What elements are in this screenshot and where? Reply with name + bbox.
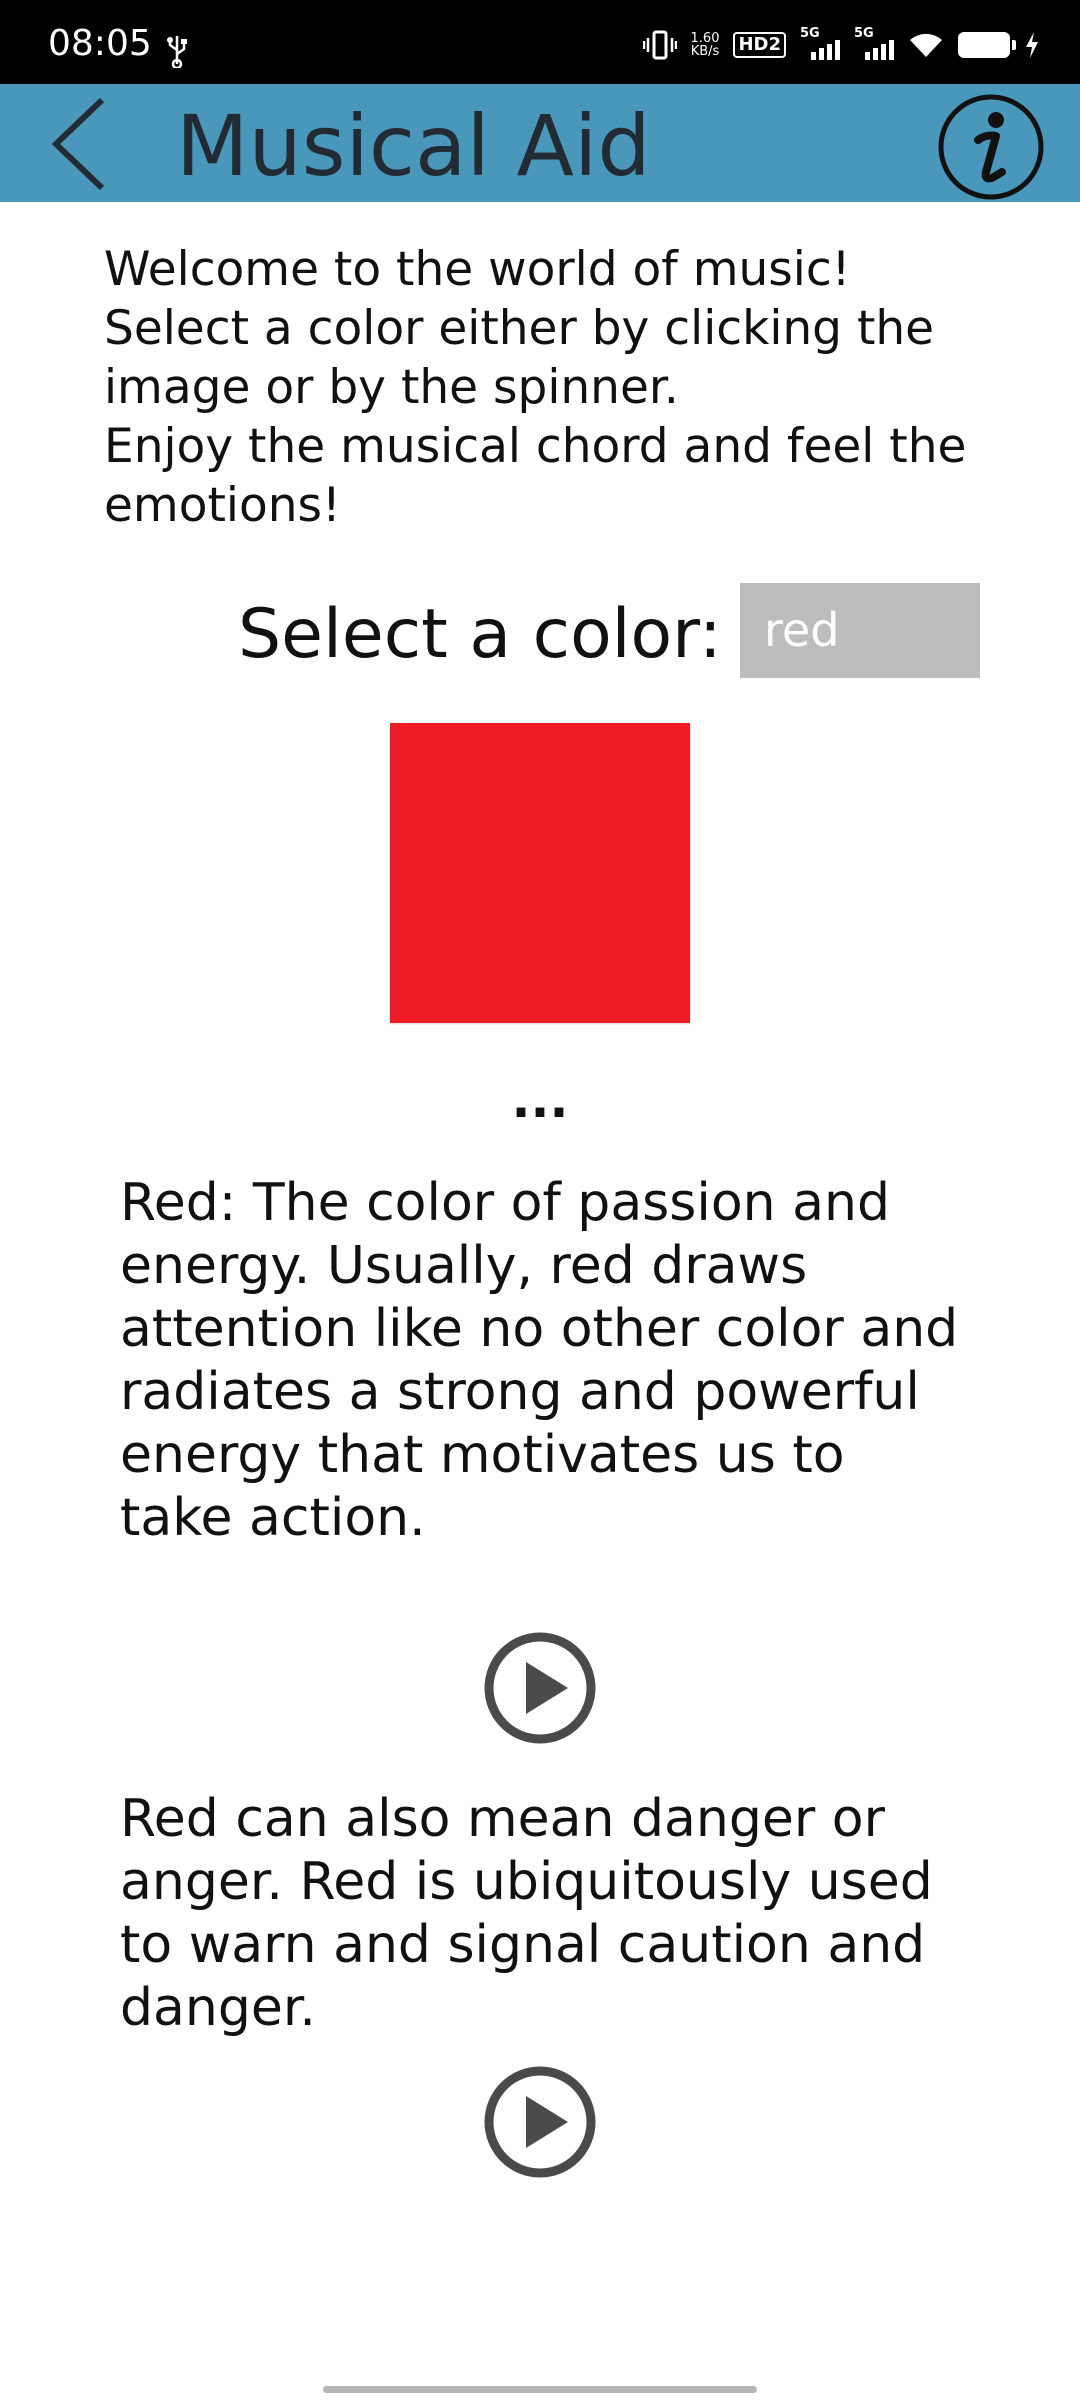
play-circle-icon[interactable] xyxy=(482,2064,598,2180)
battery-icon xyxy=(958,32,1016,58)
wifi-icon xyxy=(910,33,942,57)
hd-badge: HD2 xyxy=(733,32,786,58)
play-circle-icon[interactable] xyxy=(482,1630,598,1746)
app-bar: Musical Aid xyxy=(0,84,1080,202)
color-description-2: Red can also mean danger or anger. Red i… xyxy=(120,1789,933,2038)
chevron-left-icon[interactable] xyxy=(40,96,120,192)
signal-icon: 5G xyxy=(800,26,840,60)
home-indicator[interactable] xyxy=(323,2386,757,2393)
app-title: Musical Aid xyxy=(176,97,651,195)
status-time: 08:05 xyxy=(48,23,152,64)
status-bar: 08:05 1.60 KB/s HD2 5G 5G xyxy=(0,0,1080,84)
status-icons: 1.60 KB/s HD2 5G 5G xyxy=(642,26,1040,60)
ellipsis-text: ... xyxy=(511,1071,569,1129)
usb-icon xyxy=(167,36,187,68)
signal-icon: 5G xyxy=(854,26,894,60)
select-color-label: Select a color: xyxy=(238,595,722,674)
intro-text: Welcome to the world of music! Select a … xyxy=(104,242,967,533)
vibrate-icon xyxy=(642,30,677,60)
network-speed: 1.60 KB/s xyxy=(690,31,720,59)
charging-icon xyxy=(1026,32,1038,58)
color-spinner[interactable]: red xyxy=(740,583,980,678)
color-swatch-image[interactable] xyxy=(390,723,690,1023)
color-description-1: Red: The color of passion and energy. Us… xyxy=(120,1173,959,1548)
info-icon[interactable] xyxy=(936,92,1046,202)
